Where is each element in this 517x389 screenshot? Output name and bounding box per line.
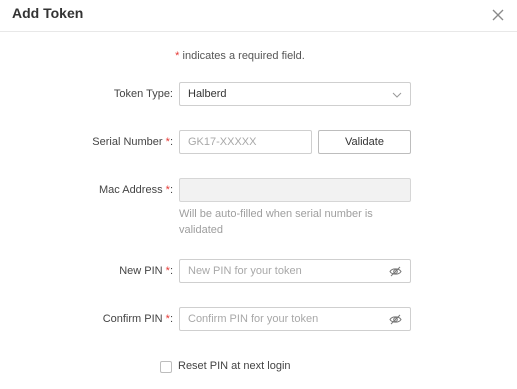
new-pin-label: New PIN *: (119, 265, 173, 277)
token-type-value: Halberd (188, 88, 227, 100)
confirm-pin-input[interactable]: Confirm PIN for your token (179, 307, 411, 331)
new-pin-placeholder: New PIN for your token (188, 265, 302, 277)
serial-number-placeholder: GK17-XXXXX (188, 136, 257, 148)
chevron-down-icon (392, 92, 402, 98)
new-pin-input[interactable]: New PIN for your token (179, 259, 411, 283)
mac-address-input (179, 178, 411, 202)
reset-pin-label[interactable]: Reset PIN at next login (178, 360, 291, 372)
new-pin-label-text: New PIN (119, 265, 163, 277)
mac-address-label-text: Mac Address (99, 184, 163, 196)
label-colon: : (169, 136, 173, 148)
required-field-note: * indicates a required field. (0, 50, 480, 62)
confirm-pin-placeholder: Confirm PIN for your token (188, 313, 319, 325)
mac-address-helper-text: Will be auto-filled when serial number i… (179, 208, 373, 236)
serial-number-label-text: Serial Number (92, 136, 163, 148)
mac-address-label: Mac Address *: (99, 184, 173, 196)
eye-slash-icon[interactable] (389, 313, 402, 326)
reset-pin-checkbox[interactable] (160, 361, 172, 373)
label-colon: : (169, 184, 173, 196)
dialog-header: Add Token (0, 0, 517, 32)
eye-slash-icon[interactable] (389, 265, 402, 278)
validate-button[interactable]: Validate (318, 130, 411, 154)
token-type-label: Token Type: (113, 88, 173, 100)
close-icon[interactable] (489, 6, 507, 24)
serial-number-input[interactable]: GK17-XXXXX (179, 130, 312, 154)
dialog-title: Add Token (12, 5, 84, 21)
label-colon: : (169, 265, 173, 277)
label-colon: : (169, 313, 173, 325)
required-note-text: indicates a required field. (179, 50, 305, 62)
token-type-select[interactable]: Halberd (179, 82, 411, 106)
serial-number-label: Serial Number *: (92, 136, 173, 148)
confirm-pin-label: Confirm PIN *: (103, 313, 173, 325)
add-token-dialog: Add Token * indicates a required field. … (0, 0, 517, 389)
confirm-pin-label-text: Confirm PIN (102, 313, 163, 325)
